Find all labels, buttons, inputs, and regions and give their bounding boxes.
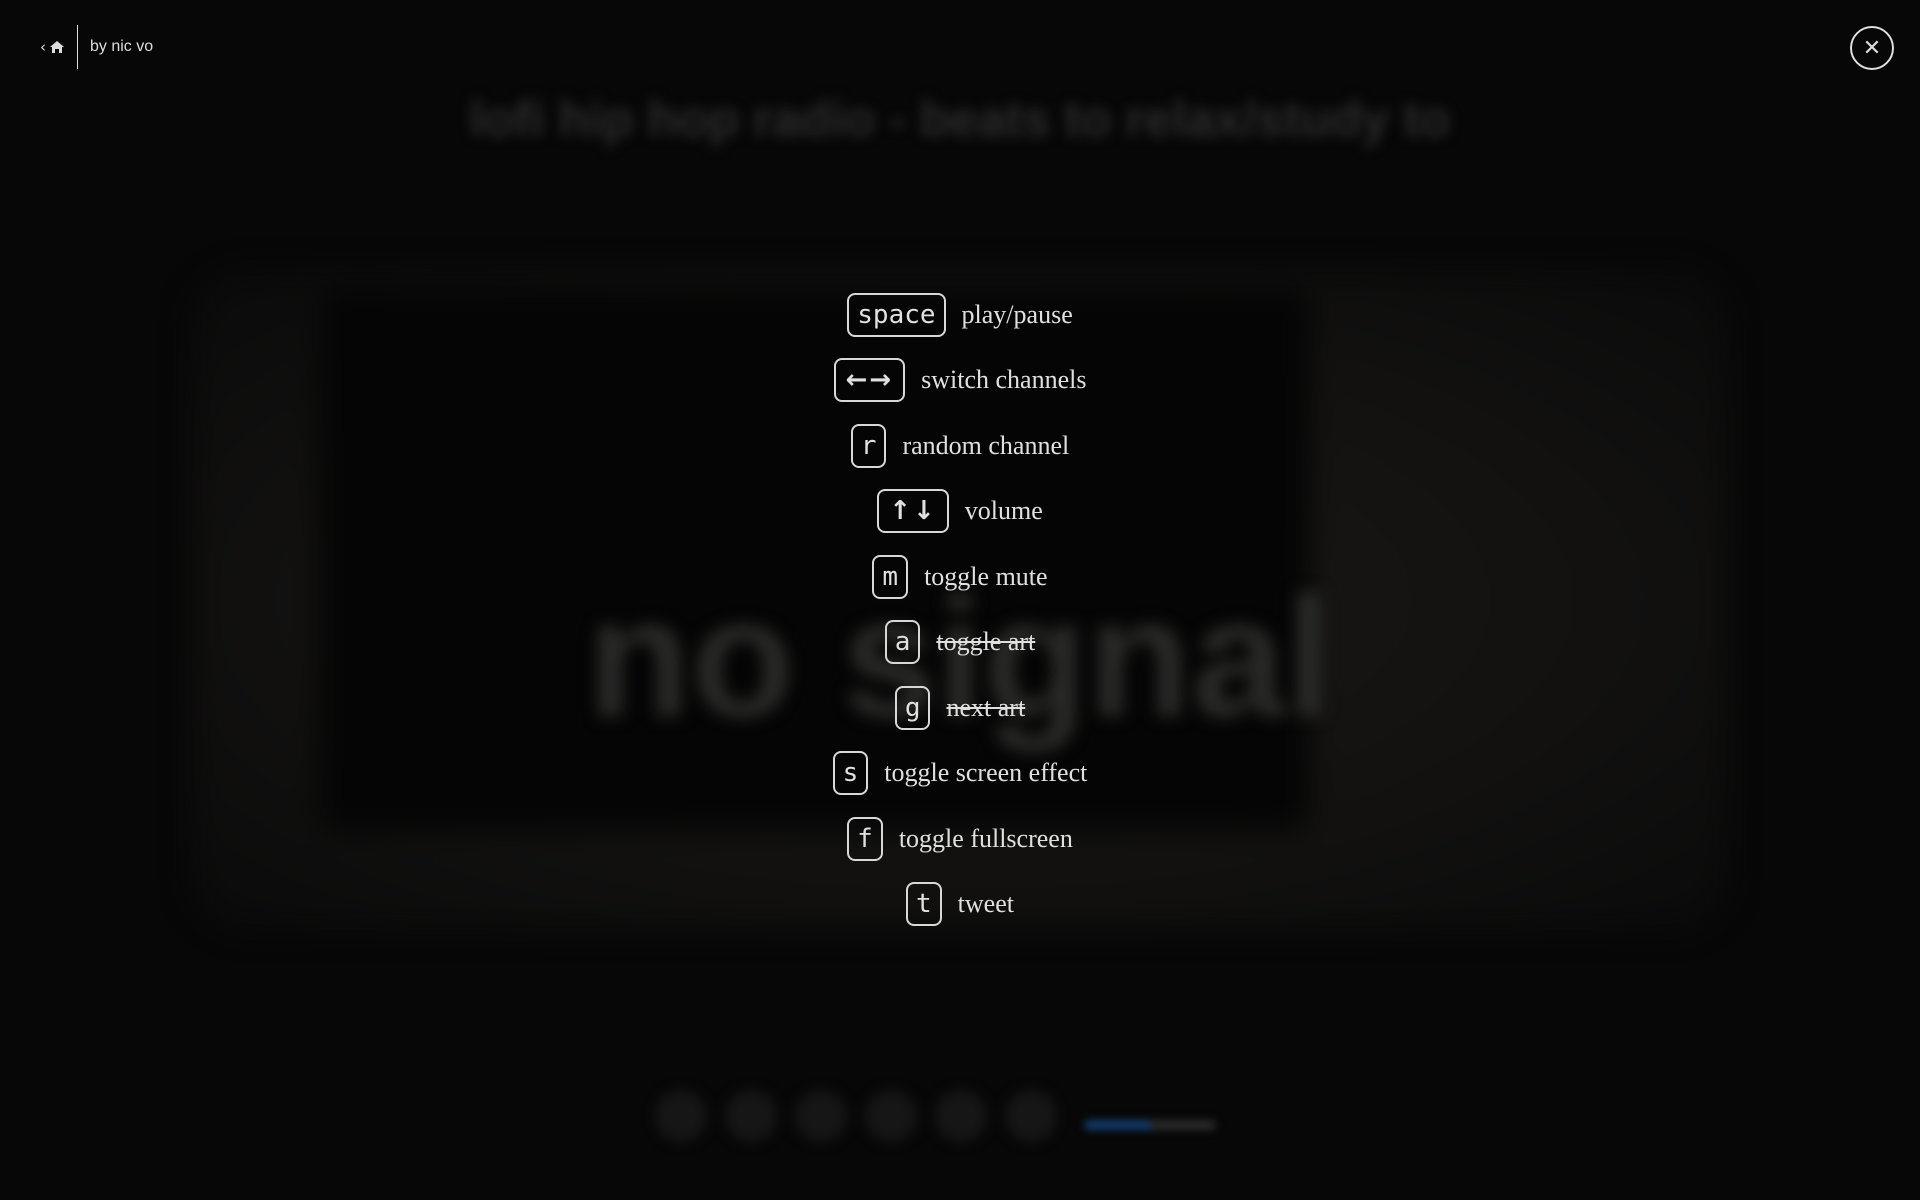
shortcut-row: a toggle art xyxy=(884,610,1036,676)
volume-bar xyxy=(1085,1120,1215,1130)
shortcut-label: tweet xyxy=(957,889,1014,919)
divider xyxy=(77,25,78,69)
control-button xyxy=(935,1090,987,1142)
close-icon: ✕ xyxy=(1862,35,1882,61)
shortcut-row: t tweet xyxy=(906,872,1014,938)
close-button[interactable]: ✕ xyxy=(1850,26,1894,70)
shortcut-row: m toggle mute xyxy=(872,544,1048,610)
shortcut-label: toggle fullscreen xyxy=(898,823,1073,853)
shortcut-list: space play/pause ←→ switch channels r random … xyxy=(0,282,1920,937)
shortcut-row: s toggle screen effect xyxy=(832,741,1088,807)
shortcut-label: play/pause xyxy=(961,299,1073,329)
key-cap: a xyxy=(884,620,921,665)
author-link[interactable]: by nic vo xyxy=(90,38,153,56)
home-icon xyxy=(50,41,64,53)
control-button xyxy=(865,1090,917,1142)
key-cap: r xyxy=(850,423,887,468)
key-cap: m xyxy=(872,554,909,599)
shortcut-row: g next art xyxy=(894,675,1026,741)
shortcut-row: ↑↓ volume xyxy=(877,479,1043,545)
shortcut-label: volume xyxy=(964,496,1043,526)
shortcut-label: toggle screen effect xyxy=(884,758,1088,788)
shortcut-row: r random channel xyxy=(850,413,1070,479)
control-button xyxy=(655,1090,707,1142)
key-cap: s xyxy=(832,751,869,796)
chevron-left-icon: ‹ xyxy=(40,38,46,56)
shortcut-row: space play/pause xyxy=(847,282,1073,348)
shortcut-label: next art xyxy=(946,692,1026,722)
control-button xyxy=(795,1090,847,1142)
header: ‹ by nic vo xyxy=(40,25,153,69)
shortcut-label: toggle mute xyxy=(924,561,1048,591)
shortcut-label: toggle art xyxy=(936,627,1036,657)
channel-title: lofi hip hop radio - beats to relax/stud… xyxy=(469,91,1451,147)
key-cap: ↑↓ xyxy=(877,489,949,534)
key-cap: ←→ xyxy=(833,358,906,403)
back-home-button[interactable]: ‹ xyxy=(40,38,65,56)
shortcut-label: random channel xyxy=(902,430,1070,460)
key-cap: f xyxy=(847,816,883,861)
shortcut-row: ←→ switch channels xyxy=(833,348,1087,414)
key-cap: g xyxy=(894,685,931,730)
shortcut-label: switch channels xyxy=(921,365,1087,395)
control-button xyxy=(1005,1090,1057,1142)
key-cap: t xyxy=(906,882,942,927)
shortcut-row: f toggle fullscreen xyxy=(847,806,1073,872)
key-cap: space xyxy=(847,292,946,337)
channel-controls xyxy=(655,1090,1057,1142)
control-button xyxy=(725,1090,777,1142)
